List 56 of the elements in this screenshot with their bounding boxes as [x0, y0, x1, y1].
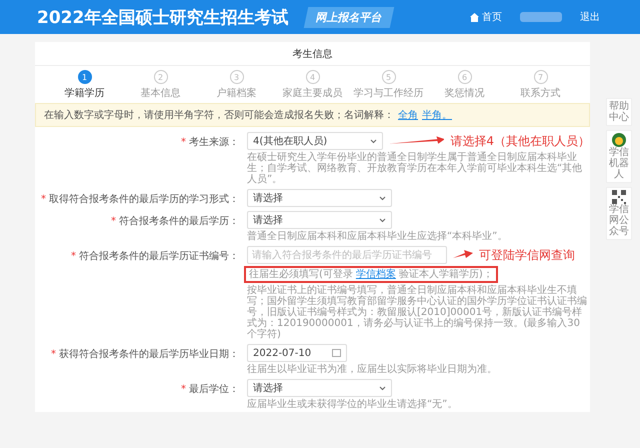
home-icon [470, 12, 479, 22]
step-number[interactable]: 7 [534, 70, 548, 84]
select-field[interactable]: 4(其他在职人员) [247, 132, 383, 150]
input-field[interactable]: 请输入符合报考条件的最后学历证书编号 [247, 246, 447, 264]
step-number[interactable]: 2 [154, 70, 168, 84]
hint-text: 在硕士研究生入学年份毕业的普通全日制学生属于普通全日制应届本科毕业生；自学考试、网络教育、开放教育学历在本年入学前可毕业本科生选“其他人员”。 [247, 152, 584, 185]
step-number[interactable]: 4 [306, 70, 320, 84]
step-label[interactable]: 学习与工作经历 [354, 86, 424, 100]
hint-text: 往届生以毕业证书为准，应届生以实际将毕业日期为准。 [247, 364, 498, 375]
step-label[interactable]: 奖惩情况 [444, 86, 484, 100]
date-field[interactable]: 2022-07-10 [247, 344, 347, 362]
chevron-down-icon [379, 196, 386, 200]
side-button[interactable]: 学信网公众号 [606, 187, 632, 240]
step-number[interactable]: 3 [230, 70, 244, 84]
select-field[interactable]: 请选择 [247, 211, 392, 229]
hint-text: 往届生必须填写(可登录 学信档案 验证本人学籍学历)； [249, 269, 493, 280]
home-link[interactable]: 首页 [470, 10, 502, 24]
select-field[interactable]: 请选择 [247, 379, 392, 397]
chevron-down-icon [379, 218, 386, 222]
annotation-text: 可登陆学信网查询 [479, 246, 575, 264]
step-number[interactable]: 6 [458, 70, 472, 84]
logout-link[interactable]: 退出 [580, 10, 600, 24]
calendar-icon [332, 349, 341, 357]
field-label: * 符合报考条件的最后学历证书编号： [70, 250, 239, 264]
step-label[interactable]: 联系方式 [520, 86, 560, 100]
step-label[interactable]: 户籍档案 [216, 86, 256, 100]
step-number[interactable]: 1 [78, 70, 92, 84]
chevron-down-icon [379, 386, 386, 390]
step-label[interactable]: 家庭主要成员 [282, 86, 342, 100]
term-link[interactable]: 半角。 [422, 110, 452, 121]
annotation-text: 请选择4（其他在职人员） [450, 132, 590, 150]
select-field[interactable]: 请选择 [247, 189, 392, 207]
notice-text: 在输入数字或字母时，请使用半角字符，否则可能会造成报名失败；名词解释： [44, 110, 394, 121]
hint-text: 按毕业证书上的证书编号填写，普通全日制应届本科和应届本科毕业生不填写；国外留学生须填写教育部留学服务中心认证的国外学历学位证书认证书编号，旧版认证书编号样式为：教留服认[2010]00001号，新版认证书编号样式为：120190000001，请务必与认证书上的编号保持一致。(最多输入30个字符) [247, 285, 587, 340]
robot-avatar-icon [612, 133, 626, 147]
arrow-annotation [453, 249, 473, 261]
field-label: * 最后学位： [180, 382, 239, 397]
step-number[interactable]: 5 [382, 70, 396, 84]
field-label: * 考生来源： [180, 136, 239, 150]
term-link[interactable]: 全角 [398, 110, 418, 121]
card-title: 考生信息 [35, 42, 590, 66]
side-button[interactable]: 帮助中心 [606, 98, 632, 126]
qr-code-icon [612, 190, 626, 204]
blurred-block [520, 12, 562, 22]
chevron-down-icon [370, 138, 377, 144]
side-button[interactable]: 学信机器人 [606, 130, 632, 183]
step-label[interactable]: 基本信息 [140, 86, 180, 100]
step-label[interactable]: 学籍学历 [64, 86, 104, 100]
field-label: * 获得符合报考条件的最后学历毕业日期： [50, 348, 239, 362]
field-label: * 符合报考条件的最后学历： [110, 214, 239, 229]
record-link[interactable]: 学信档案 [356, 269, 396, 280]
platform-badge: 网上报名平台 [304, 6, 395, 28]
hint-text: 普通全日制应届本科和应届本科毕业生应选择“本科毕业”。 [247, 231, 508, 242]
hint-text: 应届毕业生或未获得学位的毕业生请选择“无”。 [247, 399, 458, 410]
site-title: 2022年全国硕士研究生招生考试 [37, 6, 288, 28]
field-label: * 取得符合报考条件的最后学历的学习形式： [40, 192, 239, 207]
